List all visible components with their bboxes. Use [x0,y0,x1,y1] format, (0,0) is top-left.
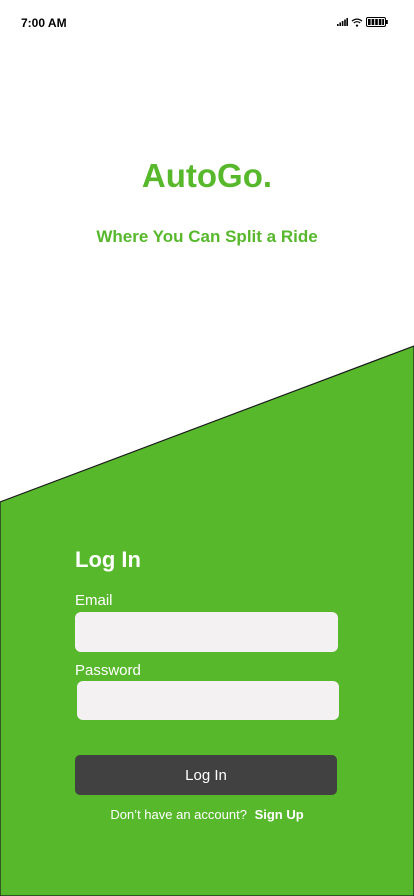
app-tagline: Where You Can Split a Ride [96,227,318,246]
email-label: Email [75,592,113,609]
signup-prompt: Don’t have an account? [110,807,247,822]
login-heading: Log In [75,547,141,572]
signup-link[interactable]: Sign Up [255,807,304,822]
email-field[interactable] [75,612,338,652]
app-logo-title: AutoGo. [141,157,273,194]
login-screen: 7:00 AM AutoGo. Where You Can Split a Ri… [0,0,414,896]
status-bar: 7:00 AM [0,0,414,46]
signal-icon [337,18,348,26]
status-time: 7:00 AM [21,16,67,30]
battery-icon [366,17,388,27]
login-button[interactable]: Log In [75,755,337,795]
signup-row: Don’t have an account? Sign Up [0,807,414,822]
wifi-icon [351,18,363,27]
status-icons [337,16,388,28]
password-label: Password [75,662,141,679]
password-field[interactable] [77,681,339,720]
